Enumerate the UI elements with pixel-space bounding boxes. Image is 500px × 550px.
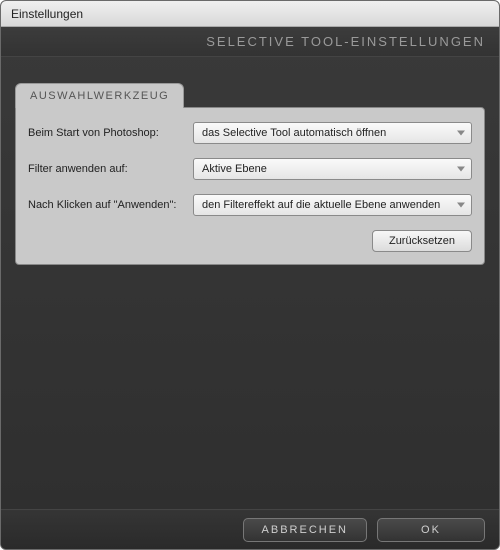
ok-button-label: OK xyxy=(421,524,441,536)
cancel-button-label: ABBRECHEN xyxy=(262,524,348,536)
select-startup-value: das Selective Tool automatisch öffnen xyxy=(202,127,386,139)
reset-row: Zurücksetzen xyxy=(28,230,472,252)
window-title: Einstellungen xyxy=(11,7,83,21)
row-startup: Beim Start von Photoshop: das Selective … xyxy=(28,122,472,144)
titlebar: Einstellungen xyxy=(1,1,499,27)
settings-panel: Beim Start von Photoshop: das Selective … xyxy=(15,107,485,265)
select-filter-target-value: Aktive Ebene xyxy=(202,163,267,175)
subheader: SELECTIVE TOOL-EINSTELLUNGEN xyxy=(1,27,499,57)
select-on-apply[interactable]: den Filtereffekt auf die aktuelle Ebene … xyxy=(193,194,472,216)
subheader-text: SELECTIVE TOOL-EINSTELLUNGEN xyxy=(206,34,485,49)
reset-button[interactable]: Zurücksetzen xyxy=(372,230,472,252)
settings-window: Einstellungen SELECTIVE TOOL-EINSTELLUNG… xyxy=(0,0,500,550)
row-filter-target: Filter anwenden auf: Aktive Ebene xyxy=(28,158,472,180)
ok-button[interactable]: OK xyxy=(377,518,485,542)
row-on-apply: Nach Klicken auf "Anwenden": den Filtere… xyxy=(28,194,472,216)
select-startup[interactable]: das Selective Tool automatisch öffnen xyxy=(193,122,472,144)
cancel-button[interactable]: ABBRECHEN xyxy=(243,518,367,542)
label-on-apply: Nach Klicken auf "Anwenden": xyxy=(28,199,183,211)
content-area: AUSWAHLWERKZEUG Beim Start von Photoshop… xyxy=(1,57,499,509)
tab-selection-tool[interactable]: AUSWAHLWERKZEUG xyxy=(15,83,184,108)
select-on-apply-value: den Filtereffekt auf die aktuelle Ebene … xyxy=(202,199,440,211)
label-filter-target: Filter anwenden auf: xyxy=(28,163,183,175)
tab-label: AUSWAHLWERKZEUG xyxy=(30,90,169,102)
label-startup: Beim Start von Photoshop: xyxy=(28,127,183,139)
reset-button-label: Zurücksetzen xyxy=(389,235,455,247)
footer: ABBRECHEN OK xyxy=(1,509,499,549)
select-filter-target[interactable]: Aktive Ebene xyxy=(193,158,472,180)
